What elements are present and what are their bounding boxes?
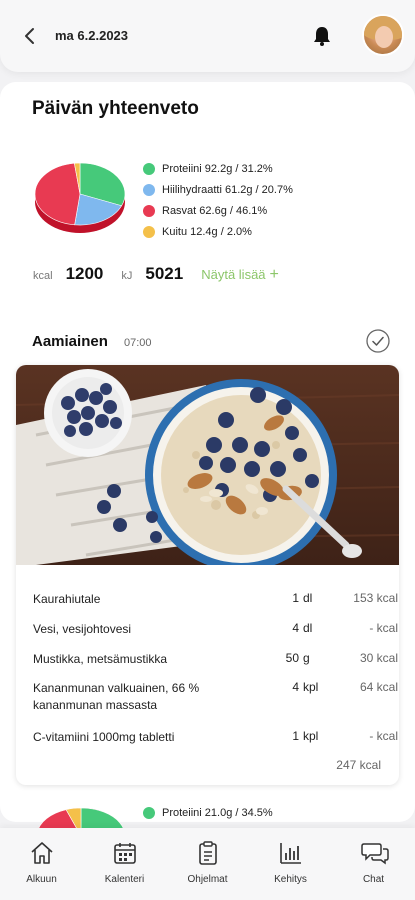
legend-label: Proteiini 92.2g / 31.2% <box>162 162 273 175</box>
tab-label: Chat <box>362 874 385 885</box>
bar-chart-icon <box>280 843 301 864</box>
legend-item-protein: Proteiini 21.0g / 34.5% <box>143 802 273 823</box>
food-name: Kananmunan valkuainen, 66 % kananmunan m… <box>33 681 200 712</box>
chevron-left-icon[interactable] <box>20 24 40 48</box>
plus-icon: + <box>269 266 279 283</box>
food-name: Mustikka, metsämustikka <box>33 652 168 666</box>
legend-dot <box>143 183 155 196</box>
legend-item-fat: Rasvat 62.6g / 46.1% <box>143 200 293 221</box>
legend-label: Proteiini 21.0g / 34.5% <box>162 806 273 819</box>
legend-dot <box>143 806 155 819</box>
tab-chat[interactable]: Chat <box>332 828 415 900</box>
home-icon <box>31 842 53 864</box>
meal-total-kcal: 247 kcal <box>336 758 381 772</box>
food-quantity: 50 <box>285 651 299 665</box>
food-name: Vesi, vesijohtovesi <box>33 622 132 636</box>
macro-pie-chart <box>34 162 126 233</box>
food-kcal: - kcal <box>369 729 398 743</box>
legend-label: Kuitu 12.4g / 2.0% <box>162 225 252 238</box>
kj-value: 5021 <box>145 264 184 283</box>
meal-time: 07:00 <box>124 337 152 349</box>
food-name: Kaurahiutale <box>33 592 101 606</box>
food-name: C-vitamiini 1000mg tabletti <box>33 730 175 744</box>
tab-label: Kehitys <box>274 874 307 885</box>
meal-card[interactable]: Kaurahiutale 1 dl 153 kcal Vesi, vesijoh… <box>16 365 399 785</box>
tab-calendar[interactable]: Kalenteri <box>83 828 166 900</box>
legend-item-fiber: Kuitu 12.4g / 2.0% <box>143 221 293 242</box>
food-quantity: 4 <box>292 680 299 694</box>
tab-programs[interactable]: Ohjelmat <box>166 828 249 900</box>
food-quantity: 4 <box>292 621 299 635</box>
tab-label: Alkuun <box>26 874 57 885</box>
tab-label: Kalenteri <box>104 874 145 885</box>
legend-label: Rasvat 62.6g / 46.1% <box>162 204 268 217</box>
date-label[interactable]: ma 6.2.2023 <box>55 28 128 43</box>
legend-label: Hiilihydraatti 61.2g / 20.7% <box>162 183 293 196</box>
kcal-value: 1200 <box>65 264 104 283</box>
meal-title: Aamiainen <box>32 333 108 350</box>
chat-icon <box>361 843 389 865</box>
calendar-icon <box>114 843 136 864</box>
legend-dot <box>143 162 155 175</box>
food-kcal: 153 kcal <box>353 591 398 605</box>
kcal-unit: kcal <box>33 270 53 282</box>
tab-label: Ohjelmat <box>187 874 228 885</box>
show-more-link[interactable]: Näytä lisää + <box>201 266 279 284</box>
clipboard-icon <box>199 841 217 865</box>
meal-macro-legend: Proteiini 21.0g / 34.5% <box>143 802 273 823</box>
legend-dot <box>143 204 155 217</box>
food-quantity: 1 <box>292 729 299 743</box>
macro-legend: Proteiini 92.2g / 31.2% Hiilihydraatti 6… <box>143 158 293 242</box>
energy-summary: kcal 1200 kJ 5021 Näytä lisää + <box>33 264 279 284</box>
food-kcal: - kcal <box>369 621 398 635</box>
bottom-tab-bar: Alkuun Kalenteri Ohjelmat Kehitys Chat <box>0 828 415 900</box>
food-quantity: 1 <box>292 591 299 605</box>
tab-progress[interactable]: Kehitys <box>249 828 332 900</box>
meal-photo <box>16 365 399 565</box>
legend-item-carbs: Hiilihydraatti 61.2g / 20.7% <box>143 179 293 200</box>
avatar[interactable] <box>362 14 404 56</box>
bell-icon[interactable] <box>312 25 332 47</box>
page-title: Päivän yhteenveto <box>32 98 199 119</box>
top-bar: ma 6.2.2023 <box>0 0 415 72</box>
food-kcal: 30 kcal <box>359 651 398 665</box>
show-more-label: Näytä lisää <box>201 267 266 282</box>
legend-item-protein: Proteiini 92.2g / 31.2% <box>143 158 293 179</box>
tab-home[interactable]: Alkuun <box>0 828 83 900</box>
legend-dot <box>143 225 155 238</box>
check-circle-icon[interactable] <box>366 329 390 353</box>
kj-unit: kJ <box>121 270 133 282</box>
food-kcal: 64 kcal <box>359 680 398 694</box>
